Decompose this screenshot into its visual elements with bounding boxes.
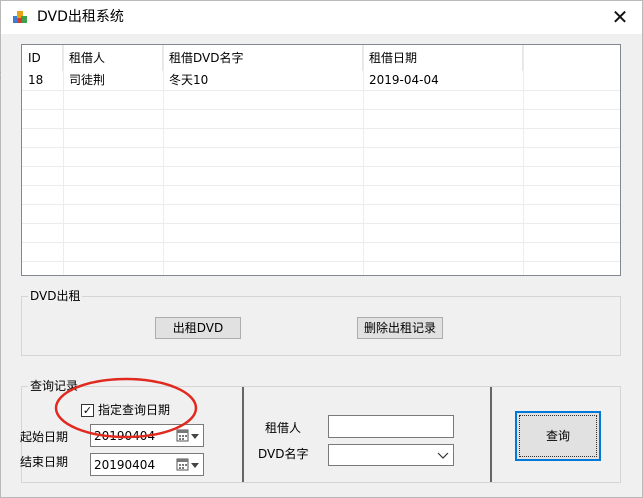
close-icon[interactable]: ✕	[598, 1, 642, 34]
rental-list[interactable]: ID 租借人 租借DVD名字 租借日期 18 司徒荆 冬天10 2019-04-…	[21, 44, 621, 276]
column-header-id[interactable]: ID	[22, 45, 63, 71]
grid-line	[22, 204, 620, 205]
window-title: DVD出租系统	[37, 9, 124, 25]
start-date-value: 20190404	[94, 429, 156, 443]
column-header-date[interactable]: 租借日期	[363, 45, 523, 71]
section-divider	[490, 387, 492, 482]
dvd-name-label: DVD名字	[258, 447, 309, 461]
grid-line	[22, 242, 620, 243]
renter-input[interactable]	[328, 415, 454, 438]
edge-glyph: :	[0, 67, 2, 83]
title-bar[interactable]: DVD出租系统 ✕	[1, 1, 642, 34]
specify-date-label[interactable]: 指定查询日期	[98, 403, 170, 417]
delete-record-button[interactable]: 删除出租记录	[357, 317, 443, 339]
end-date-label: 结束日期	[20, 455, 69, 469]
section-divider	[242, 387, 244, 482]
column-header-renter[interactable]: 租借人	[63, 45, 163, 71]
grid-line	[22, 223, 620, 224]
cell-renter: 司徒荆	[69, 73, 106, 87]
list-header: ID 租借人 租借DVD名字 租借日期	[22, 45, 620, 71]
rent-group-label: DVD出租	[28, 289, 83, 303]
cell-dvd-name: 冬天10	[169, 73, 209, 87]
grid-line	[22, 109, 620, 110]
end-date-picker[interactable]: 20190404	[90, 453, 204, 476]
app-window: DVD出租系统 ✕ : ID 租借人 租借DVD名字 租借日期 18 司徒荆 冬…	[0, 0, 643, 498]
grid-line	[22, 185, 620, 186]
start-date-label: 起始日期	[20, 430, 69, 444]
rent-group	[21, 296, 621, 356]
chevron-down-icon[interactable]	[437, 450, 449, 460]
calendar-dropdown-icon[interactable]	[176, 429, 200, 443]
query-button[interactable]: 查询	[515, 411, 601, 461]
renter-label: 租借人	[265, 421, 302, 435]
grid-line	[22, 128, 620, 129]
end-date-value: 20190404	[94, 458, 156, 472]
dvd-name-select[interactable]	[328, 444, 454, 466]
grid-line	[22, 90, 620, 91]
grid-line	[22, 261, 620, 262]
calendar-dropdown-icon[interactable]	[176, 458, 200, 472]
start-date-picker[interactable]: 20190404	[90, 424, 204, 447]
query-button-label: 查询	[545, 429, 570, 443]
app-icon	[13, 11, 27, 23]
rent-dvd-button[interactable]: 出租DVD	[155, 317, 241, 339]
cell-id: 18	[28, 73, 44, 87]
grid-line	[22, 166, 620, 167]
specify-date-checkbox[interactable]: ✓	[81, 404, 94, 417]
table-row[interactable]: 18 司徒荆 冬天10 2019-04-04	[22, 70, 620, 90]
query-group-label: 查询记录	[28, 379, 81, 393]
grid-line	[22, 147, 620, 148]
cell-date: 2019-04-04	[369, 73, 439, 87]
column-header-dvd-name[interactable]: 租借DVD名字	[163, 45, 363, 71]
